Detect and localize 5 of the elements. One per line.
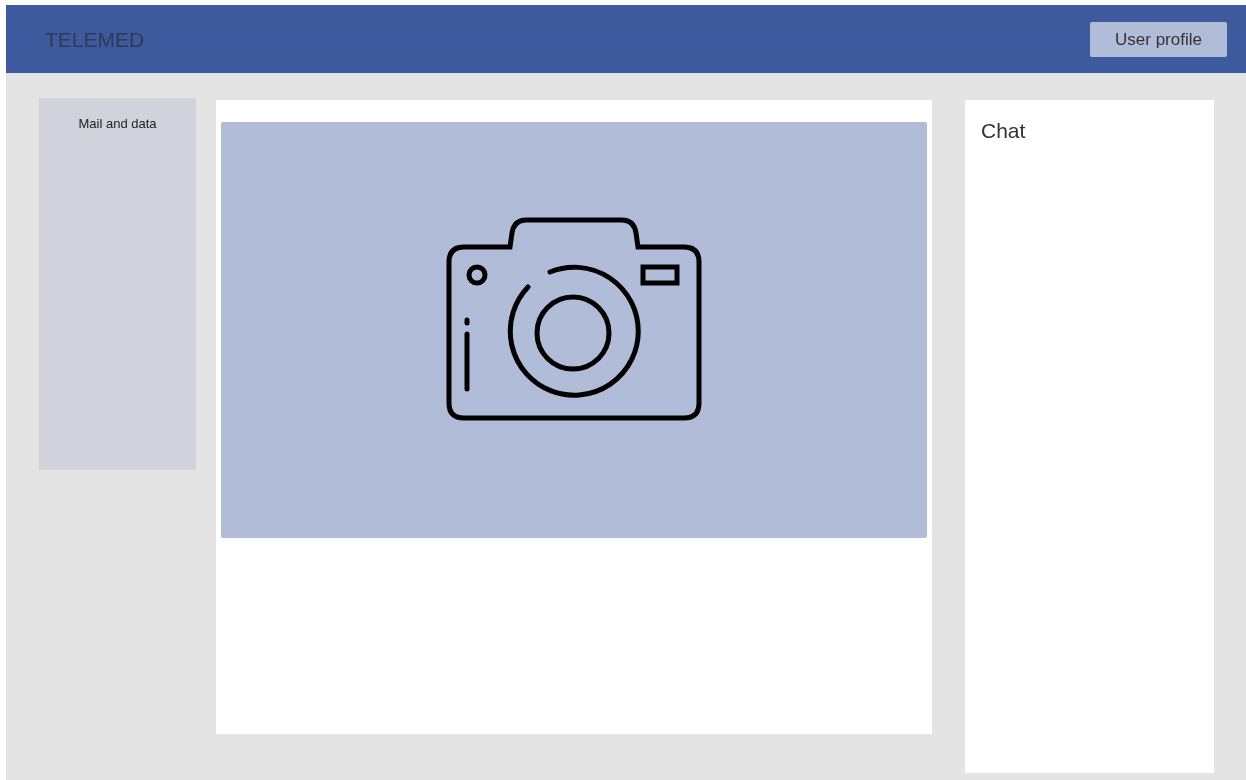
camera-icon <box>446 217 702 421</box>
app-logo: TELEMED <box>45 27 145 53</box>
user-profile-button[interactable]: User profile <box>1090 22 1227 57</box>
chat-title: Chat <box>981 119 1026 142</box>
sidebar-title: Mail and data <box>78 115 157 133</box>
